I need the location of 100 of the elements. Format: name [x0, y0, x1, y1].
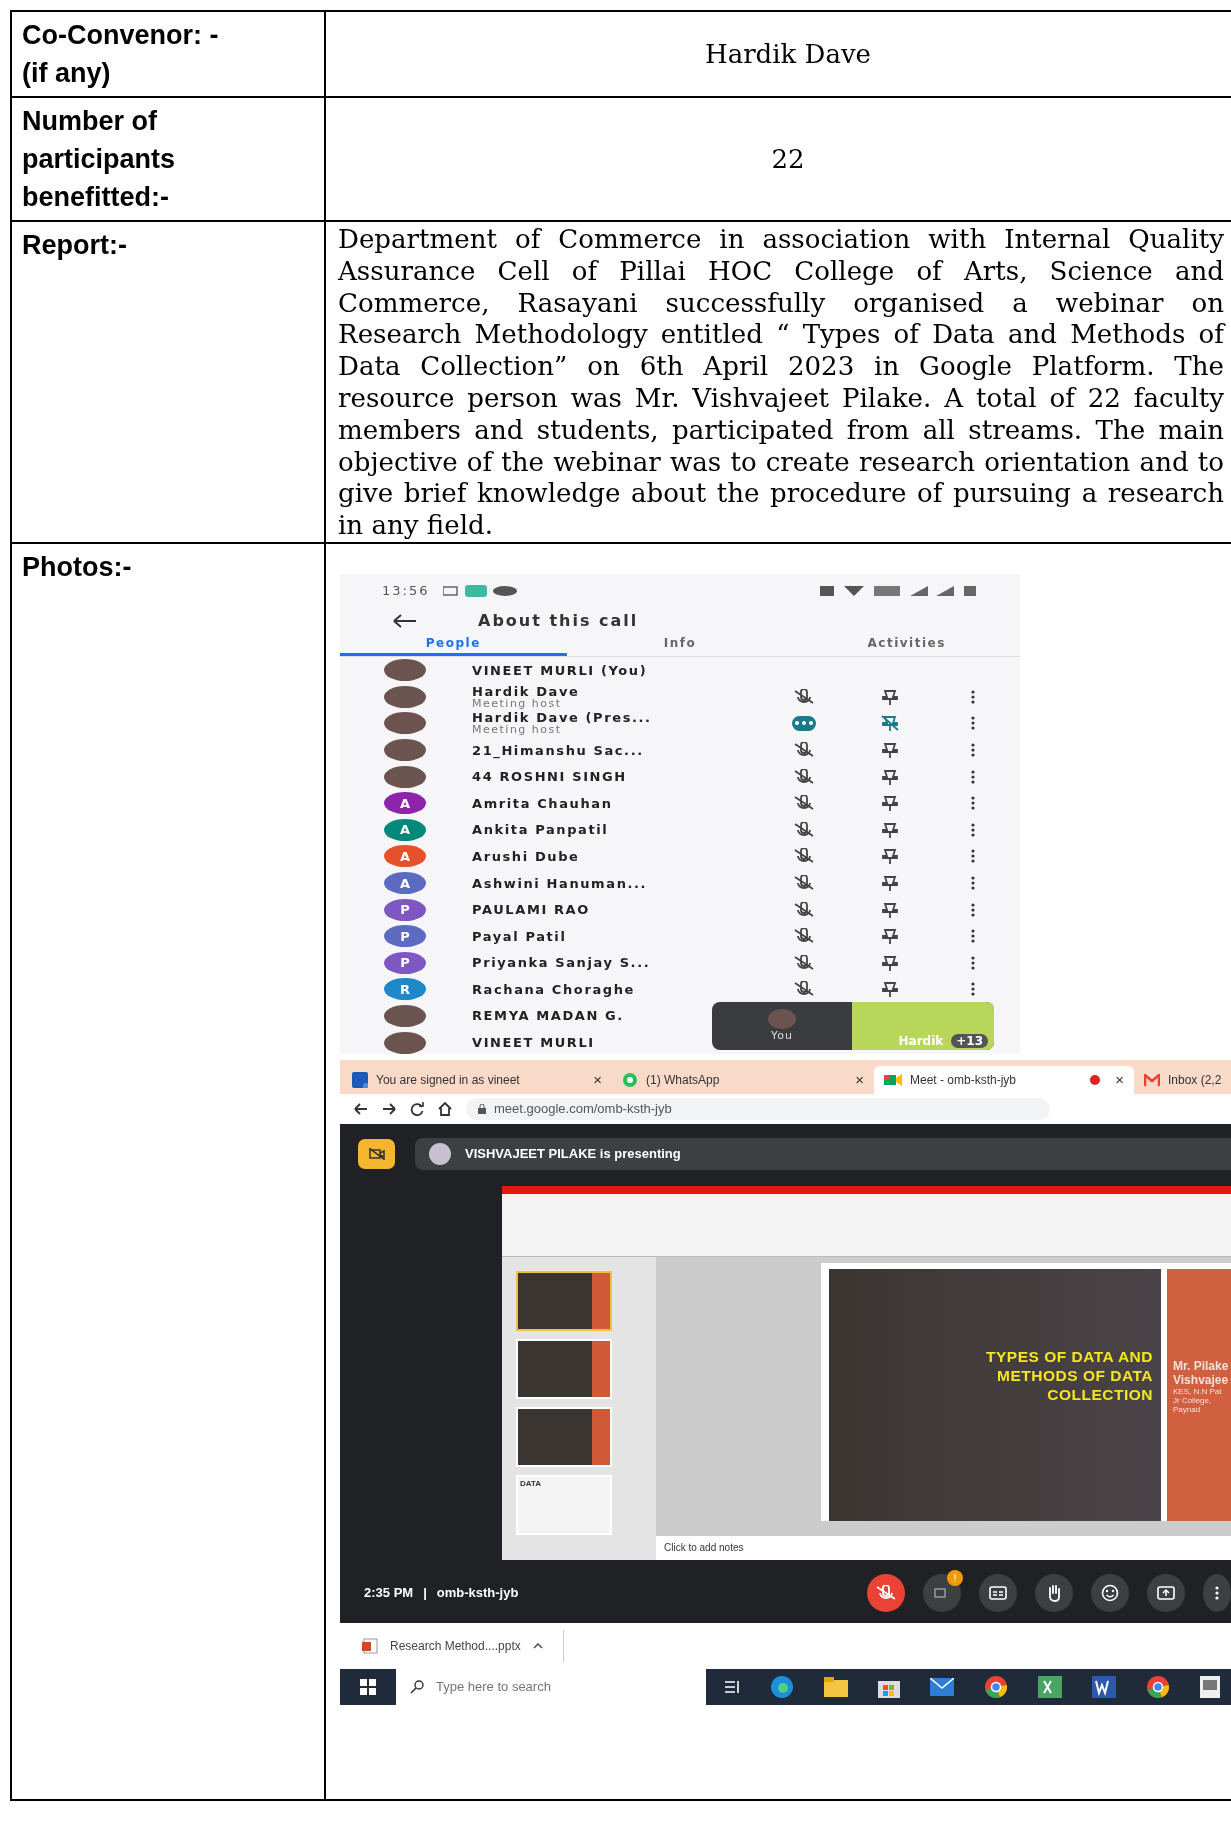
more-options-icon[interactable] — [970, 982, 976, 997]
avatar-placeholder — [768, 1009, 796, 1030]
avatar-circle: P — [384, 898, 426, 921]
slide-thumbnail[interactable] — [516, 1270, 612, 1331]
mic-off-icon[interactable] — [793, 795, 815, 812]
caret-icon[interactable] — [532, 1642, 543, 1649]
mic-off-icon[interactable] — [793, 742, 815, 759]
pin-icon[interactable] — [880, 900, 900, 919]
pin-icon[interactable] — [880, 741, 900, 760]
meeting-code: omb-ksth-jyb — [436, 1585, 519, 1601]
spreadsheet-icon[interactable] — [1038, 1675, 1062, 1698]
more-options-icon[interactable] — [970, 955, 976, 970]
folder-icon[interactable] — [824, 1676, 848, 1697]
search-icon — [410, 1679, 424, 1694]
video-tile[interactable]: You Hardik +13 — [712, 1001, 994, 1050]
browser-tab[interactable]: Meet - omb-ksth-jyb × — [874, 1065, 1134, 1094]
presenter-name: Mr. Pilake — [1173, 1358, 1230, 1373]
participant-name: Amrita Chauhan — [472, 796, 613, 810]
mic-off-icon[interactable] — [793, 875, 815, 891]
more-options-icon[interactable] — [970, 902, 976, 917]
mail-icon — [1144, 1073, 1160, 1086]
pin-icon[interactable] — [880, 794, 900, 813]
mic-off-icon[interactable] — [793, 821, 815, 838]
browser-tab[interactable]: (1) WhatsApp × — [612, 1065, 874, 1094]
home-icon[interactable] — [438, 1101, 452, 1116]
chrome-icon[interactable] — [984, 1674, 1008, 1699]
mail-icon[interactable] — [930, 1677, 954, 1696]
captions-button[interactable] — [979, 1573, 1017, 1612]
avatar-placeholder — [384, 685, 426, 708]
pin-icon[interactable] — [880, 927, 900, 946]
slide-thumbnail[interactable]: DATA — [516, 1474, 612, 1535]
chrome-icon[interactable] — [1146, 1674, 1170, 1699]
pin-icon[interactable] — [880, 980, 900, 999]
back-icon[interactable] — [354, 1102, 368, 1115]
participant-name: PAULAMI RAO — [472, 903, 590, 917]
pin-icon[interactable] — [880, 687, 900, 706]
word-icon[interactable] — [1092, 1675, 1116, 1698]
slide-title: TYPES OF DATA AND METHODS OF DATA COLLECTION — [985, 1346, 1153, 1404]
presentation-file-icon — [362, 1637, 378, 1654]
browser-tab[interactable]: Inbox (2,2 — [1134, 1065, 1231, 1094]
pin-icon[interactable] — [880, 953, 900, 972]
more-options-icon[interactable] — [970, 849, 976, 864]
back-arrow-icon[interactable] — [392, 613, 418, 628]
taskbar-search-field[interactable]: Type here to search — [396, 1668, 706, 1705]
browser-icon[interactable] — [770, 1674, 794, 1699]
mic-off-icon[interactable] — [793, 981, 815, 998]
more-options-button[interactable] — [1203, 1573, 1231, 1612]
more-options-icon[interactable] — [970, 716, 976, 731]
windows-logo-icon[interactable] — [360, 1678, 376, 1695]
camera-off-button[interactable] — [358, 1138, 395, 1169]
pin-crossed-icon[interactable] — [880, 714, 900, 733]
task-view-icon[interactable] — [724, 1678, 740, 1695]
reload-icon[interactable] — [410, 1101, 424, 1116]
more-options-icon[interactable] — [970, 689, 976, 704]
present-screen-button[interactable] — [1147, 1573, 1185, 1612]
more-options-icon[interactable] — [970, 876, 976, 890]
pin-icon[interactable] — [880, 847, 900, 866]
more-options-icon[interactable] — [970, 769, 976, 784]
download-item[interactable]: Research Method....pptx — [362, 1629, 564, 1662]
more-options-icon[interactable] — [970, 929, 976, 944]
meeting-time: 2:35 PM — [364, 1585, 414, 1601]
people-tab[interactable]: People — [340, 633, 567, 656]
forward-icon[interactable] — [382, 1102, 396, 1115]
avatar-placeholder — [384, 765, 426, 788]
avatar-circle: P — [384, 951, 426, 974]
microphone-button[interactable] — [867, 1573, 905, 1612]
app-icon[interactable] — [1200, 1675, 1220, 1698]
mic-off-icon[interactable] — [793, 768, 815, 785]
emoji-button[interactable] — [1091, 1573, 1129, 1612]
more-options-icon[interactable] — [970, 743, 976, 758]
raise-hand-button[interactable] — [1035, 1573, 1073, 1612]
mic-off-icon[interactable] — [793, 901, 815, 918]
pin-icon[interactable] — [880, 874, 900, 892]
mic-off-icon[interactable] — [875, 1584, 897, 1601]
more-options-icon[interactable] — [970, 796, 976, 811]
avatar-circle: A — [384, 845, 426, 868]
people-tab[interactable]: Activities — [793, 633, 1020, 656]
participant-name: 44 ROSHNI SINGH — [472, 770, 627, 784]
people-tab[interactable]: Info — [566, 633, 794, 656]
mic-off-icon[interactable] — [793, 688, 815, 705]
mic-off-icon[interactable] — [793, 954, 815, 971]
camera-off-icon — [368, 1147, 385, 1160]
pin-icon[interactable] — [880, 767, 900, 786]
browser-tab[interactable]: You are signed in as vineet × — [342, 1065, 612, 1094]
avatar-circle: A — [384, 792, 426, 815]
pin-icon[interactable] — [880, 820, 900, 839]
mic-off-icon[interactable] — [793, 848, 815, 865]
participant-role: Meeting host — [472, 724, 562, 736]
hand-icon — [1046, 1583, 1062, 1602]
field-label: benefitted:- — [22, 181, 170, 214]
more-options-icon[interactable] — [970, 822, 976, 837]
avatar-circle: A — [384, 818, 426, 841]
participant-role: Meeting host — [472, 697, 562, 709]
address-bar[interactable]: meet.google.com/omb-ksth-jyb — [466, 1097, 1050, 1120]
participant-name: VINEET MURLI (You) — [472, 663, 648, 677]
tile-label: You — [771, 1029, 793, 1043]
notes-field[interactable]: Click to add notes — [656, 1535, 1231, 1560]
participant-name: Priyanka Sanjay S... — [472, 956, 651, 970]
mic-off-icon[interactable] — [793, 928, 815, 945]
site-favicon-icon — [352, 1071, 368, 1088]
